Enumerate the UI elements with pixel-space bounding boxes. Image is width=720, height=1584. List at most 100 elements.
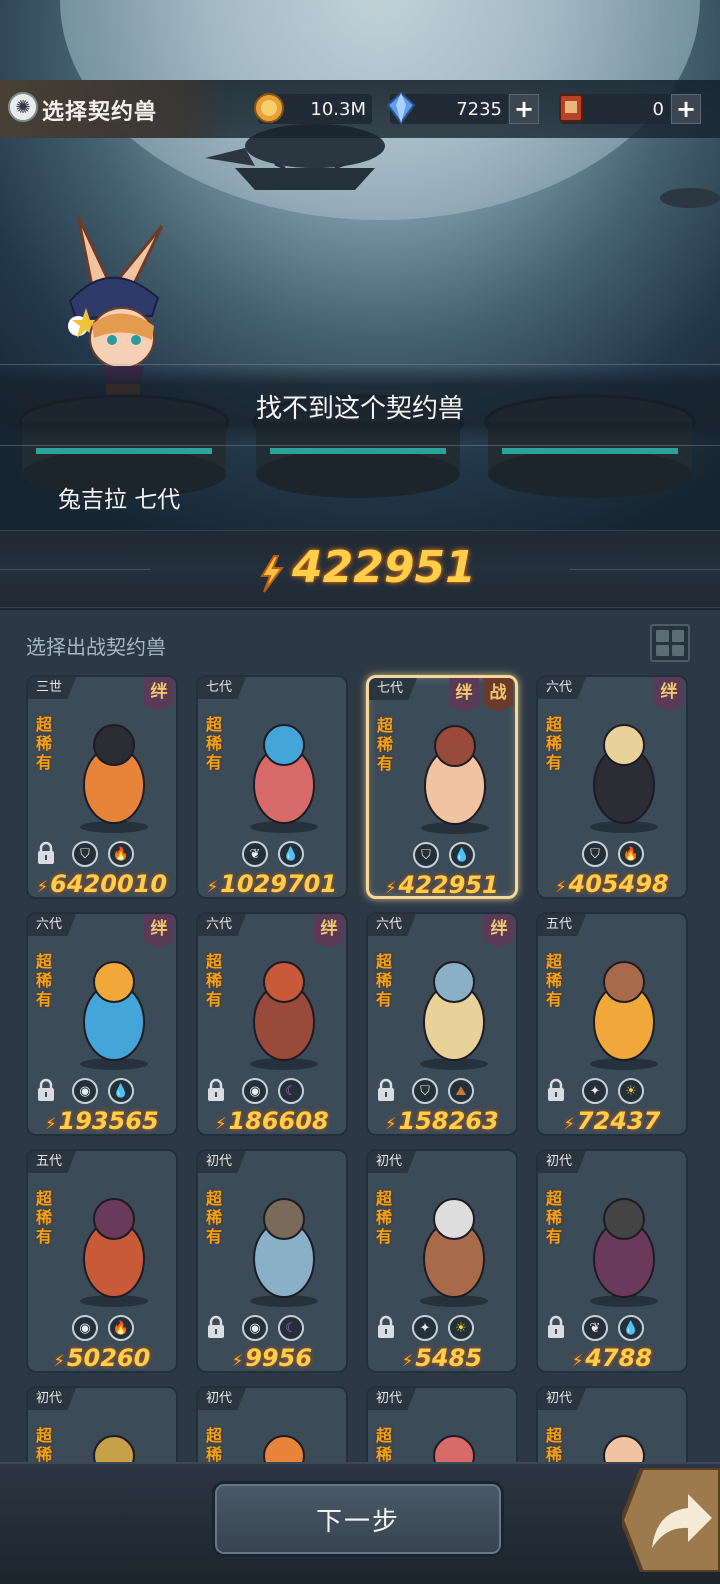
generation-label: 初代 [368, 1151, 417, 1173]
fire-icon: 🔥 [108, 1315, 134, 1341]
grid-view-toggle[interactable] [650, 624, 690, 662]
beast-card[interactable]: 五代超稀有 ✦ ☀ 72437 [536, 912, 688, 1136]
shield-icon: ⛉ [72, 841, 98, 867]
moon-icon: ☾ [278, 1078, 304, 1104]
generation-label: 六代 [198, 914, 247, 936]
total-power-value: 422951 [292, 542, 476, 593]
fire-icon: 🔥 [108, 841, 134, 867]
title-plate: ✺ 选择契约兽 [0, 80, 230, 138]
eye-icon: ◉ [72, 1315, 98, 1341]
shield-icon: ⛉ [582, 841, 608, 867]
rarity-label: 超稀有 [205, 1189, 222, 1246]
beast-card[interactable]: 三世超稀有 绊 ⛉ 🔥 6420010 [26, 675, 178, 899]
lock-icon [548, 1315, 564, 1338]
beast-card[interactable]: 七代超稀有 ❦ 💧 1029701 [196, 675, 348, 899]
generation-label: 五代 [538, 914, 587, 936]
generation-label: 七代 [369, 678, 418, 700]
eye-icon: ◉ [72, 1078, 98, 1104]
gold-counter: 10.3M [254, 93, 372, 124]
beast-power-value: 9956 [198, 1344, 346, 1371]
add-ticket-button[interactable]: + [671, 94, 701, 124]
ticket-value: 0 [652, 99, 664, 120]
blue-crystal-icon [386, 91, 416, 125]
sun-icon: ☀ [618, 1078, 644, 1104]
rarity-label: 超稀有 [376, 716, 393, 773]
generation-label: 初代 [538, 1151, 587, 1173]
beast-portrait [421, 725, 489, 834]
lock-icon [378, 1078, 394, 1101]
generation-label: 五代 [28, 1151, 77, 1173]
generation-label: 三世 [28, 677, 77, 699]
beast-portrait [590, 1198, 658, 1307]
rarity-label: 超稀有 [205, 715, 222, 772]
water-drop-icon: 💧 [449, 842, 475, 868]
share-arrow-icon[interactable] [622, 1468, 720, 1572]
small-airship-silhouette [660, 188, 720, 208]
bond-badge: 绊 [144, 677, 174, 711]
earth-icon: ⛰ [448, 1078, 474, 1104]
lock-icon [38, 1078, 54, 1101]
generation-label: 七代 [198, 677, 247, 699]
beast-portrait [250, 961, 318, 1070]
water-drop-icon: 💧 [108, 1078, 134, 1104]
beast-power-value: 193565 [28, 1107, 176, 1134]
swirl-icon: ✺ [8, 92, 38, 122]
beast-portrait [590, 724, 658, 833]
lock-icon [208, 1315, 224, 1338]
ticket-counter: 0 [559, 94, 670, 124]
water-drop-icon: 💧 [618, 1315, 644, 1341]
shield-icon: ⛉ [412, 1078, 438, 1104]
beast-portrait [80, 724, 148, 833]
beast-card[interactable]: 六代超稀有 绊 ◉ ☾ 186608 [196, 912, 348, 1136]
beast-card[interactable]: 初代超稀有 ◉ ☾ 9956 [196, 1149, 348, 1373]
crystal-counter: 7235 [386, 91, 508, 125]
bond-badge: 绊 [484, 914, 514, 948]
beast-card[interactable]: 初代超稀有 ✦ ☀ 5485 [366, 1149, 518, 1373]
power-icon [260, 555, 284, 593]
beast-card[interactable]: 六代超稀有 绊 ⛉ ⛰ 158263 [366, 912, 518, 1136]
notice-text: 找不到这个契约兽 [255, 394, 464, 424]
bond-badge: 绊 [654, 677, 684, 711]
crystal-value: 7235 [456, 99, 502, 120]
beast-power-value: 1029701 [198, 870, 346, 897]
generation-label: 初代 [368, 1388, 417, 1410]
generation-label: 六代 [538, 677, 587, 699]
list-title: 选择出战契约兽 [26, 635, 166, 659]
bond-badge: 绊 [144, 914, 174, 948]
page-title: 选择契约兽 [42, 100, 158, 125]
beast-power-value: 186608 [198, 1107, 346, 1134]
beast-card[interactable]: 六代超稀有 绊 ◉ 💧 193565 [26, 912, 178, 1136]
beast-power-value: 5485 [368, 1344, 516, 1371]
bond-badge: 绊 [449, 678, 479, 712]
beast-card[interactable]: 五代超稀有 ◉ 🔥 50260 [26, 1149, 178, 1373]
beast-portrait [250, 1198, 318, 1307]
rarity-label: 超稀有 [545, 952, 562, 1009]
beast-power-value: 422951 [369, 871, 515, 896]
beast-portrait [80, 961, 148, 1070]
gold-value: 10.3M [310, 99, 366, 120]
beast-power-value: 405498 [538, 870, 686, 897]
beast-power-value: 158263 [368, 1107, 516, 1134]
rarity-label: 超稀有 [35, 1189, 52, 1246]
rarity-label: 超稀有 [375, 952, 392, 1009]
rarity-label: 超稀有 [375, 1189, 392, 1246]
generation-label: 六代 [28, 914, 77, 936]
beast-portrait [590, 961, 658, 1070]
rarity-label: 超稀有 [205, 952, 222, 1009]
leaf-icon: ❦ [582, 1315, 608, 1341]
add-crystal-button[interactable]: + [509, 94, 539, 124]
beast-power-value: 72437 [538, 1107, 686, 1134]
lock-icon [38, 841, 54, 864]
gold-coin-icon [254, 93, 284, 123]
rarity-label: 超稀有 [35, 715, 52, 772]
eye-icon: ◉ [242, 1315, 268, 1341]
beast-card[interactable]: 七代超稀有 战绊 ⛉ 💧 422951 [366, 675, 518, 899]
beast-card[interactable]: 初代超稀有 ❦ 💧 4788 [536, 1149, 688, 1373]
beast-card[interactable]: 六代超稀有 绊 ⛉ 🔥 405498 [536, 675, 688, 899]
generation-label: 初代 [538, 1388, 587, 1410]
leaf-icon: ❦ [242, 841, 268, 867]
star-cross-icon: ✦ [582, 1078, 608, 1104]
next-step-button[interactable]: 下一步 [212, 1481, 504, 1557]
summon-ticket-icon [559, 94, 583, 122]
generation-label: 初代 [28, 1388, 77, 1410]
